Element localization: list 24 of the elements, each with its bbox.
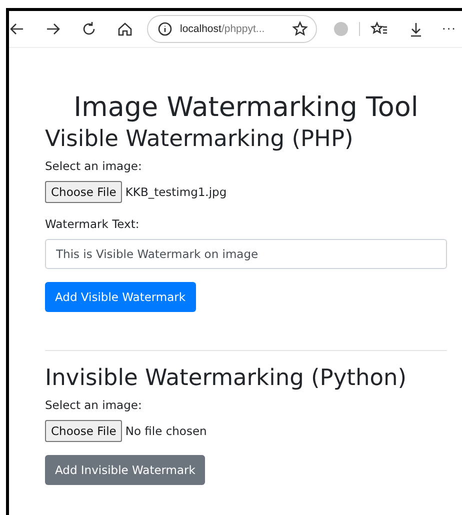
submit-button[interactable]: Add Visible Watermark <box>45 282 196 312</box>
choose-file-button[interactable]: Choose File <box>45 420 122 442</box>
url-text: localhost/phppyt... <box>180 23 266 35</box>
star-icon[interactable] <box>292 21 308 37</box>
page-title: Image Watermarking Tool <box>72 92 420 124</box>
home-icon[interactable] <box>117 21 133 37</box>
section-heading: Visible Watermarking (PHP) <box>45 126 354 154</box>
file-name: No file chosen <box>125 424 207 438</box>
back-icon[interactable] <box>9 21 25 37</box>
download-icon[interactable] <box>408 21 424 37</box>
submit-button[interactable]: Add Invisible Watermark <box>45 455 206 486</box>
field-label: Select an image: <box>45 398 143 412</box>
info-icon[interactable] <box>158 21 172 37</box>
favorites-icon[interactable] <box>370 21 388 37</box>
file-name: KKB_testimg1.jpg <box>125 185 227 200</box>
field-label: Watermark Text: <box>45 217 140 232</box>
refresh-icon[interactable] <box>81 21 97 37</box>
section-heading: Invisible Watermarking (Python) <box>45 365 408 392</box>
forward-icon[interactable] <box>45 21 61 37</box>
address-bar[interactable]: localhost/phppyt... <box>147 15 317 43</box>
choose-file-button[interactable]: Choose File <box>45 181 122 204</box>
text-field[interactable]: This is Visible Watermark on image <box>45 239 447 270</box>
field-label: Select an image: <box>45 159 143 174</box>
more-button[interactable]: ··· <box>442 22 456 36</box>
